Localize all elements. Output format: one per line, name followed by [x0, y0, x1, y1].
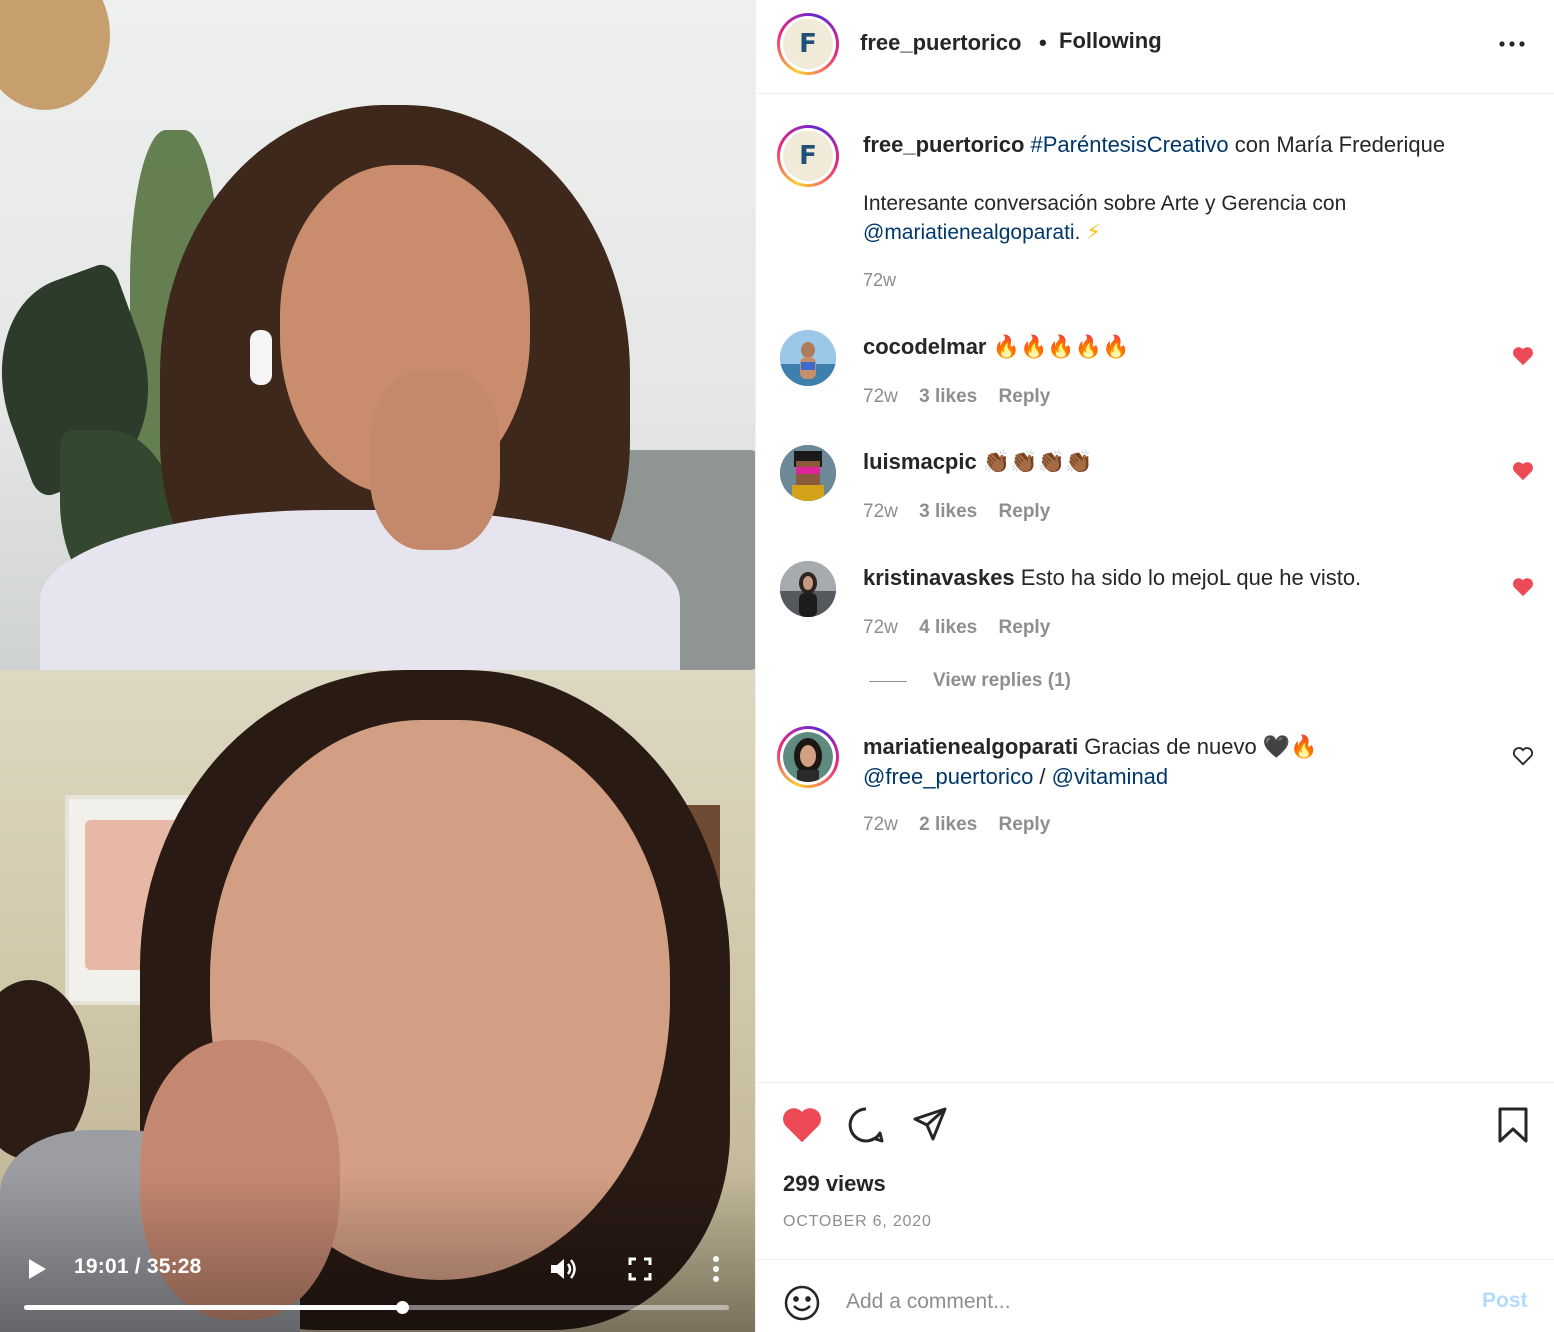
- heart-icon[interactable]: [781, 1106, 823, 1144]
- play-icon[interactable]: [26, 1257, 48, 1281]
- comment-body: 👏🏾👏🏾👏🏾👏🏾: [976, 449, 1093, 474]
- hat-decor: [0, 0, 110, 110]
- lightning-emoji: ⚡: [1086, 221, 1102, 244]
- heart-outline-icon[interactable]: [1512, 746, 1534, 766]
- heart-icon[interactable]: [1512, 577, 1534, 597]
- time-display: 19:01 / 35:28: [74, 1255, 202, 1278]
- view-count[interactable]: 299 views: [783, 1171, 886, 1197]
- person-shirt: [40, 510, 680, 670]
- comment-meta: 72w 3 likes Reply: [863, 386, 1066, 408]
- comment-mention[interactable]: @free_puertorico: [863, 764, 1033, 789]
- video-controls: 19:01 / 35:28: [0, 1245, 755, 1295]
- progress-fill: [24, 1305, 402, 1310]
- caption-body-end: .: [1074, 221, 1087, 244]
- caption-body: Interesante conversación sobre Arte y Ge…: [863, 189, 1503, 247]
- add-comment-bar: Post: [756, 1259, 1554, 1332]
- reply-button[interactable]: Reply: [999, 386, 1051, 407]
- comment-text: kristinavaskes Esto ha sido lo mejoL que…: [863, 563, 1463, 593]
- caption-headline: free_puertorico #ParéntesisCreativo con …: [863, 132, 1523, 158]
- avatar-logo: F: [783, 131, 833, 181]
- caption-mention[interactable]: @mariatienealgoparati: [863, 221, 1075, 244]
- header-separator: •: [1039, 30, 1047, 55]
- avatar-logo: F: [783, 19, 833, 69]
- comment-time[interactable]: 72w: [863, 501, 898, 522]
- comment-text: mariatienealgoparati Gracias de nuevo 🖤🔥…: [863, 732, 1463, 792]
- progress-knob[interactable]: [396, 1301, 409, 1314]
- commenter-avatar[interactable]: [780, 445, 836, 501]
- comment-text: luismacpic 👏🏾👏🏾👏🏾👏🏾: [863, 447, 1463, 477]
- post-header: F free_puertorico • Following: [756, 0, 1554, 94]
- post-date[interactable]: OCTOBER 6, 2020: [783, 1213, 932, 1231]
- replies-divider: [869, 680, 907, 682]
- mention-separator: /: [1033, 764, 1052, 789]
- comment-input[interactable]: [846, 1282, 1446, 1322]
- reply-button[interactable]: Reply: [999, 501, 1051, 522]
- bookmark-icon[interactable]: [1496, 1106, 1530, 1144]
- comment-username[interactable]: kristinavaskes: [863, 565, 1015, 590]
- header-username[interactable]: free_puertorico: [860, 30, 1021, 56]
- comment-likes[interactable]: 3 likes: [919, 501, 977, 522]
- reply-button[interactable]: Reply: [999, 814, 1051, 835]
- avatar[interactable]: F: [777, 13, 839, 75]
- caption-username[interactable]: free_puertorico: [863, 132, 1024, 157]
- progress-bar[interactable]: [24, 1301, 729, 1314]
- comment-likes[interactable]: 2 likes: [919, 814, 977, 835]
- share-icon[interactable]: [912, 1106, 948, 1142]
- comment-time[interactable]: 72w: [863, 386, 898, 407]
- earbud: [250, 330, 272, 385]
- fullscreen-icon[interactable]: [628, 1257, 652, 1281]
- comment-username[interactable]: luismacpic: [863, 449, 977, 474]
- heart-icon[interactable]: [1512, 346, 1534, 366]
- caption-avatar[interactable]: F: [777, 125, 839, 187]
- emoji-icon[interactable]: [783, 1284, 821, 1322]
- comment-body: Gracias de nuevo 🖤🔥: [1078, 734, 1318, 759]
- comment-time[interactable]: 72w: [863, 617, 898, 638]
- caption-body-text: Interesante conversación sobre Arte y Ge…: [863, 192, 1347, 215]
- commenter-avatar[interactable]: [777, 726, 839, 788]
- comment-body: 🔥🔥🔥🔥🔥: [986, 334, 1130, 359]
- comment-mention[interactable]: @vitaminad: [1052, 764, 1169, 789]
- commenter-avatar[interactable]: [780, 330, 836, 386]
- comment-icon[interactable]: [846, 1105, 886, 1145]
- volume-icon[interactable]: [548, 1255, 578, 1283]
- caption-time[interactable]: 72w: [863, 270, 896, 291]
- view-replies-button[interactable]: View replies (1): [869, 670, 1071, 692]
- video-player[interactable]: 19:01 / 35:28: [0, 0, 755, 1332]
- comment-username[interactable]: cocodelmar: [863, 334, 987, 359]
- post-actions: 299 views OCTOBER 6, 2020: [756, 1082, 1554, 1260]
- reply-button[interactable]: Reply: [999, 617, 1051, 638]
- more-vertical-icon[interactable]: [706, 1255, 726, 1283]
- comment-time[interactable]: 72w: [863, 814, 898, 835]
- comment-username[interactable]: mariatienealgoparati: [863, 734, 1078, 759]
- comment-meta: 72w 3 likes Reply: [863, 501, 1066, 523]
- comment-body: Esto ha sido lo mejoL que he visto.: [1014, 565, 1362, 590]
- heart-icon[interactable]: [1512, 461, 1534, 481]
- caption-headline-text: con María Frederique: [1228, 132, 1446, 157]
- post-panel: F free_puertorico • Following F free_pue…: [755, 0, 1554, 1332]
- comment-meta: 72w 4 likes Reply: [863, 617, 1066, 639]
- following-button[interactable]: Following: [1059, 28, 1162, 54]
- comment-meta: 72w 2 likes Reply: [863, 814, 1066, 836]
- more-horizontal-icon[interactable]: [1496, 32, 1528, 56]
- post-button[interactable]: Post: [1482, 1289, 1528, 1313]
- comment-likes[interactable]: 4 likes: [919, 617, 977, 638]
- person-hand: [370, 370, 500, 550]
- caption-hashtag[interactable]: #ParéntesisCreativo: [1031, 132, 1229, 157]
- view-replies-label[interactable]: View replies (1): [933, 670, 1071, 692]
- video-participant-top: [0, 0, 755, 670]
- commenter-avatar[interactable]: [780, 561, 836, 617]
- comment-text: cocodelmar 🔥🔥🔥🔥🔥: [863, 332, 1463, 362]
- comment-likes[interactable]: 3 likes: [919, 386, 977, 407]
